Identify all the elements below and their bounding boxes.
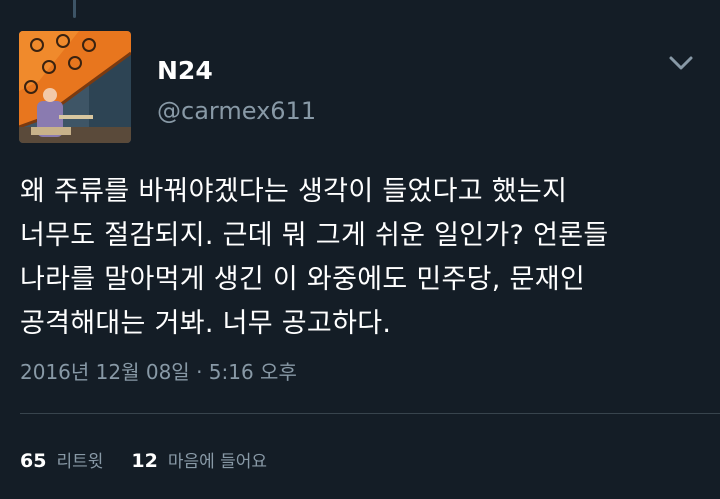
tweet-text-line: 왜 주류를 바꿔야겠다는 생각이 들었다고 했는지 [20,176,568,207]
avatar-illustration [19,31,131,143]
likes-stat[interactable]: 12 마음에 들어요 [131,448,267,475]
tweet-text: 왜 주류를 바꿔야겠다는 생각이 들었다고 했는지 너무도 절감되지. 근데 뭐… [20,170,710,346]
divider [20,413,720,414]
chevron-down-icon[interactable] [667,52,695,74]
tweet-text-line: 너무도 절감되지. 근데 뭐 그게 쉬운 일인가? 언론들 [20,220,609,251]
retweets-stat[interactable]: 65 리트윗 [20,448,103,475]
tweet-timestamp: 2016년 12월 08일 · 5:16 오후 [20,360,297,384]
retweet-label: 리트윗 [56,452,104,472]
like-count: 12 [131,450,158,472]
retweet-count: 65 [20,450,47,472]
avatar[interactable] [19,31,131,143]
tweet-stats: 65 리트윗 12 마음에 들어요 [20,448,267,475]
thread-connector-line [73,0,76,18]
user-handle[interactable]: @carmex611 [157,96,316,126]
tweet-text-line: 공격해대는 거봐. 너무 공고하다. [20,308,392,339]
tweet-text-line: 나라를 말아먹게 생긴 이 와중에도 민주당, 문재인 [20,264,585,295]
like-label: 마음에 들어요 [167,452,268,472]
display-name[interactable]: N24 [157,56,213,86]
